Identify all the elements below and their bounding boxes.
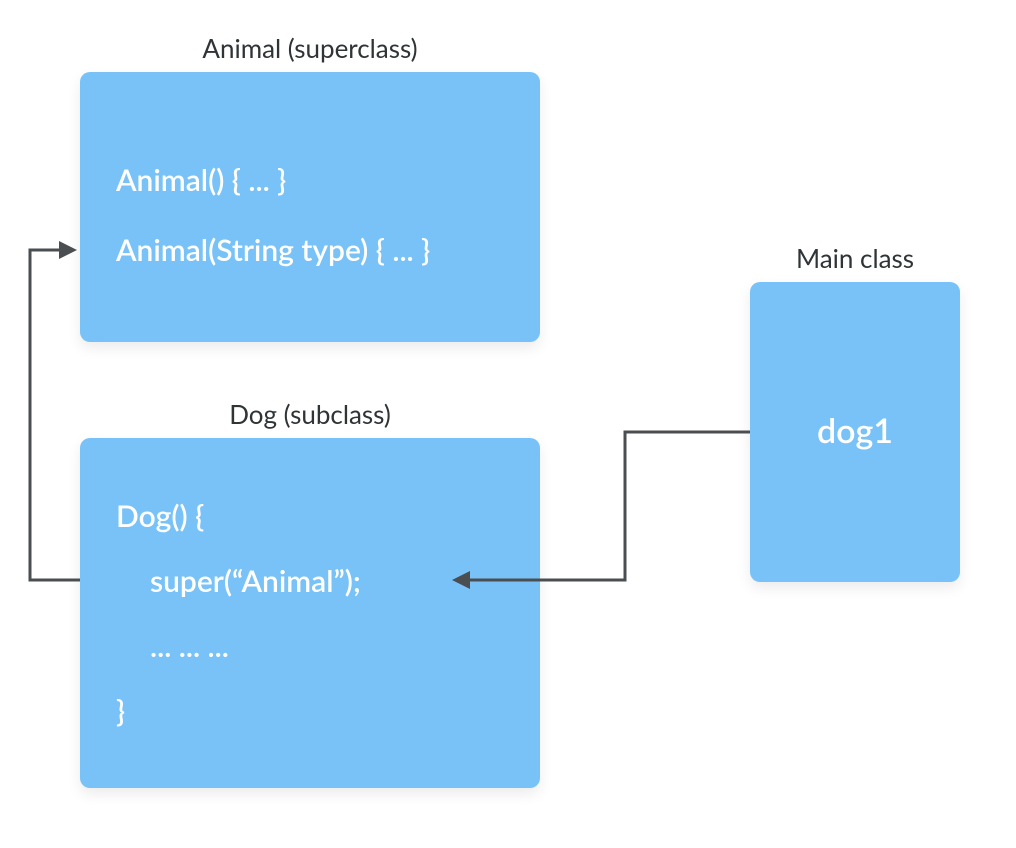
- arrow-super-to-animal: [30, 250, 80, 580]
- mainclass-box: dog1: [750, 282, 960, 582]
- superclass-title: Animal (superclass): [80, 32, 540, 64]
- superclass-box: Animal() { ... } Animal(String type) { .…: [80, 72, 540, 342]
- subclass-box: Dog() { super(“Animal”); ... ... ... }: [80, 438, 540, 788]
- diagram-canvas: Animal (superclass) Animal() { ... } Ani…: [0, 0, 1016, 848]
- subclass-line-2: super(“Animal”);: [150, 563, 361, 599]
- mainclass-object: dog1: [750, 410, 960, 451]
- superclass-line-1: Animal() { ... }: [116, 162, 286, 198]
- subclass-title: Dog (subclass): [80, 398, 540, 430]
- subclass-line-3: ... ... ...: [150, 628, 229, 664]
- subclass-line-4: }: [116, 693, 125, 729]
- mainclass-title: Main class: [750, 242, 960, 274]
- superclass-line-2: Animal(String type) { ... }: [116, 232, 430, 268]
- subclass-line-1: Dog() {: [116, 498, 204, 534]
